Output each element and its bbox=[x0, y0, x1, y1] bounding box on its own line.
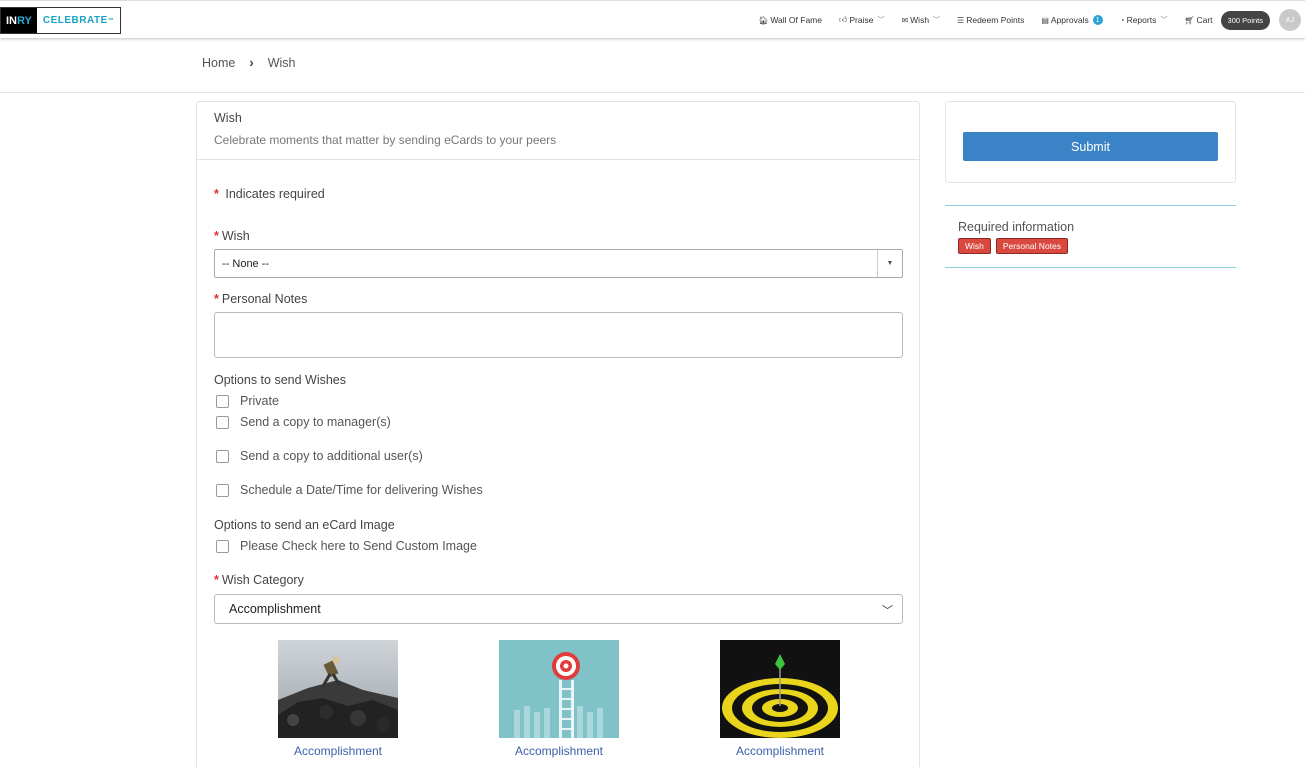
logo-trademark: ™ bbox=[107, 17, 115, 24]
option-label: Please Check here to Send Custom Image bbox=[240, 539, 477, 553]
required-star: * bbox=[214, 292, 219, 306]
nav-label: Reports bbox=[1126, 15, 1157, 25]
approvals-count-badge: 1 bbox=[1092, 15, 1103, 25]
schedule-checkbox[interactable] bbox=[216, 483, 229, 497]
breadcrumb-separator-icon: › bbox=[249, 55, 254, 70]
points-badge[interactable]: 300 Points bbox=[1220, 10, 1270, 30]
list-icon: ☰ bbox=[957, 15, 965, 25]
chevron-down-icon: ﹀ bbox=[882, 605, 893, 617]
envelope-icon: ✉ bbox=[901, 15, 909, 25]
required-star: * bbox=[214, 573, 219, 587]
nav-approvals[interactable]: ▤ Approvals 1 bbox=[1041, 15, 1103, 25]
chevron-down-icon: ﹀ bbox=[1160, 17, 1168, 24]
target-ladder-image[interactable] bbox=[499, 640, 619, 738]
breadcrumb-bar: Home › Wish bbox=[0, 38, 1305, 93]
wish-label-text: Wish bbox=[221, 229, 250, 243]
option-schedule[interactable]: Schedule a Date/Time for delivering Wish… bbox=[216, 483, 483, 497]
nav-label: Redeem Points bbox=[966, 15, 1025, 25]
nav-cart[interactable]: 🛒︎ Cart bbox=[1184, 15, 1212, 25]
submit-button[interactable]: Submit bbox=[963, 132, 1218, 161]
wish-category-value: Accomplishment bbox=[229, 602, 321, 616]
nav-label: Approvals bbox=[1050, 15, 1089, 25]
top-nav-bar: IN RY CELEBRATE ™ 🏠︎ Wall Of Fame 👍︎ Prais… bbox=[0, 0, 1305, 38]
required-tag-wish[interactable]: Wish bbox=[958, 238, 991, 254]
logo-text-celebrate: CELEBRATE bbox=[42, 15, 108, 26]
custom-image-checkbox[interactable] bbox=[216, 539, 229, 553]
chevron-down-icon: ﹀ bbox=[933, 17, 941, 24]
calendar-icon: ▤ bbox=[1041, 15, 1049, 25]
copy-manager-checkbox[interactable] bbox=[216, 415, 229, 429]
nav-redeem-points[interactable]: ☰ Redeem Points bbox=[957, 15, 1024, 25]
option-copy-additional-users[interactable]: Send a copy to additional user(s) bbox=[216, 449, 423, 463]
cart-icon: 🛒︎ bbox=[1184, 15, 1195, 25]
nav-label: Wish bbox=[910, 15, 930, 25]
required-star: * bbox=[214, 229, 219, 243]
chevron-down-icon: ﹀ bbox=[877, 17, 885, 24]
logo-celebrate: CELEBRATE ™ bbox=[36, 8, 121, 33]
personal-notes-label: * Personal Notes bbox=[214, 292, 307, 306]
inry-celebrate-logo[interactable]: IN RY CELEBRATE ™ bbox=[0, 7, 122, 34]
logo-text-in: IN bbox=[6, 14, 17, 27]
nav-praise[interactable]: 👍︎ Praise ﹀ bbox=[839, 15, 884, 25]
options-ecard-title: Options to send an eCard Image bbox=[214, 518, 395, 532]
wish-select[interactable]: -- None -- ▼ bbox=[214, 249, 903, 278]
option-label: Send a copy to additional user(s) bbox=[240, 449, 423, 463]
option-copy-manager[interactable]: Send a copy to manager(s) bbox=[216, 415, 391, 429]
breadcrumb: Home › Wish bbox=[202, 55, 295, 70]
option-label: Private bbox=[240, 394, 279, 408]
ecard-tile[interactable]: Accomplishment bbox=[278, 640, 398, 758]
logo-text-ry: RY bbox=[17, 14, 32, 27]
required-tag-personal-notes[interactable]: Personal Notes bbox=[995, 238, 1069, 254]
wish-label: * Wish bbox=[214, 229, 250, 243]
wish-form-card: Wish Celebrate moments that matter by se… bbox=[196, 101, 920, 767]
ecard-caption[interactable]: Accomplishment bbox=[720, 744, 840, 758]
wish-category-label: * Wish Category bbox=[214, 573, 304, 587]
option-label: Schedule a Date/Time for delivering Wish… bbox=[240, 483, 483, 497]
option-custom-image[interactable]: Please Check here to Send Custom Image bbox=[216, 539, 477, 553]
ecard-caption[interactable]: Accomplishment bbox=[278, 744, 398, 758]
wish-select-value: -- None -- bbox=[222, 257, 270, 270]
home-icon: 🏠︎ bbox=[758, 15, 769, 25]
personal-notes-input[interactable] bbox=[214, 312, 903, 358]
nav-reports[interactable]: ◔ Reports ﹀ bbox=[1120, 15, 1168, 25]
nav-wall-of-fame[interactable]: 🏠︎ Wall Of Fame bbox=[758, 15, 822, 25]
form-title: Wish bbox=[214, 111, 242, 125]
required-note: * Indicates required bbox=[214, 187, 325, 201]
nav-wish[interactable]: ✉ Wish ﹀ bbox=[901, 15, 940, 25]
ecard-tile[interactable]: Accomplishment bbox=[499, 640, 619, 758]
climber-image[interactable] bbox=[278, 640, 398, 738]
nav-label: Cart bbox=[1196, 15, 1213, 25]
nav-label: Praise bbox=[849, 15, 874, 25]
required-info-title: Required information bbox=[958, 220, 1075, 234]
required-note-text: Indicates required bbox=[225, 187, 325, 201]
wish-category-label-text: Wish Category bbox=[221, 573, 304, 587]
submit-panel: Submit bbox=[945, 101, 1236, 183]
nav-label: Wall Of Fame bbox=[770, 15, 822, 25]
copy-additional-users-checkbox[interactable] bbox=[216, 449, 229, 463]
ecard-tile[interactable]: Accomplishment bbox=[720, 640, 840, 758]
personal-notes-label-text: Personal Notes bbox=[221, 292, 308, 306]
option-label: Send a copy to manager(s) bbox=[240, 415, 391, 429]
logo-inry: IN RY bbox=[1, 8, 37, 33]
thumbs-up-icon: 👍︎ bbox=[838, 15, 848, 24]
form-subtitle: Celebrate moments that matter by sending… bbox=[214, 133, 557, 147]
breadcrumb-home[interactable]: Home bbox=[202, 56, 235, 70]
options-wishes-title: Options to send Wishes bbox=[214, 373, 347, 387]
dropdown-arrow-icon: ▼ bbox=[877, 250, 902, 277]
dashboard-icon: ◔ bbox=[1119, 15, 1125, 25]
ecard-caption[interactable]: Accomplishment bbox=[499, 744, 619, 758]
main-nav: 🏠︎ Wall Of Fame 👍︎ Praise ﹀ ✉ Wish ﹀ ☰ R… bbox=[758, 1, 1305, 39]
option-private[interactable]: Private bbox=[216, 394, 279, 408]
wish-category-select[interactable]: Accomplishment ﹀ bbox=[214, 594, 903, 624]
dart-target-image[interactable] bbox=[720, 640, 840, 738]
private-checkbox[interactable] bbox=[216, 394, 229, 408]
breadcrumb-current: Wish bbox=[267, 55, 296, 70]
user-avatar[interactable]: AJ bbox=[1279, 9, 1301, 31]
required-info-panel: Required information Wish Personal Notes bbox=[945, 205, 1236, 268]
form-header: Wish Celebrate moments that matter by se… bbox=[197, 102, 919, 160]
required-star: * bbox=[214, 187, 219, 201]
required-tags: Wish Personal Notes bbox=[958, 238, 1069, 254]
